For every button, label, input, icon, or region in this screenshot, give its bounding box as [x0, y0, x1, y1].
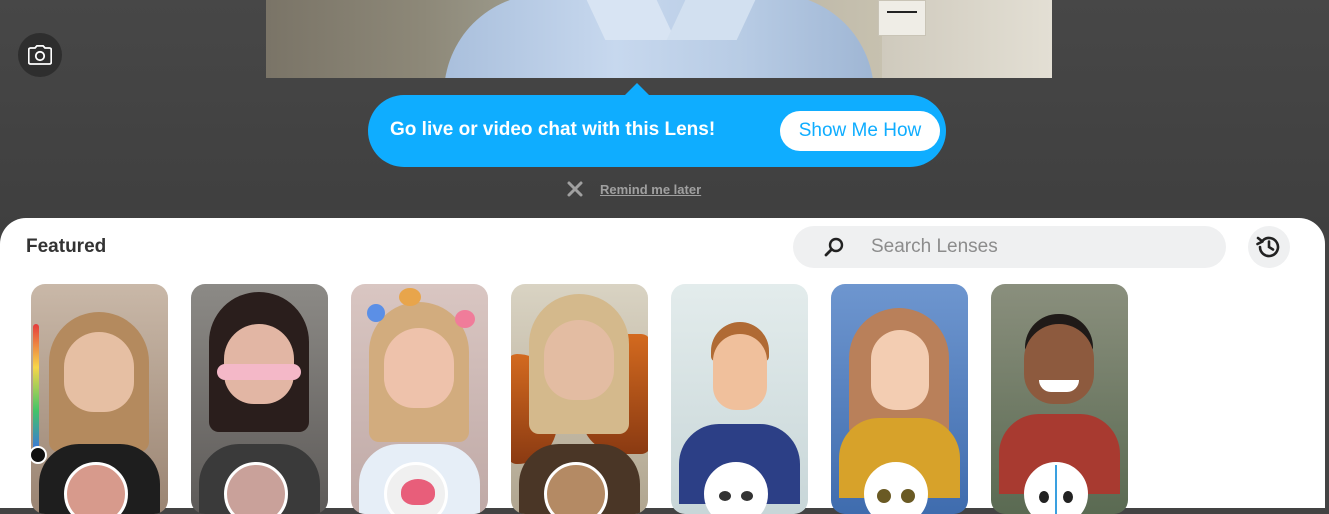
- lens-card[interactable]: [351, 284, 488, 514]
- lens-card[interactable]: [671, 284, 808, 514]
- go-live-tooltip: Go live or video chat with this Lens! Sh…: [368, 95, 946, 167]
- video-preview: [266, 0, 1052, 78]
- tooltip-message: Go live or video chat with this Lens!: [390, 119, 716, 140]
- lens-card[interactable]: [191, 284, 328, 514]
- search-icon: [824, 237, 844, 257]
- lens-card[interactable]: [31, 284, 168, 514]
- remind-me-later-link[interactable]: Remind me later: [600, 182, 701, 197]
- lens-panel: Featured: [0, 218, 1325, 514]
- history-button[interactable]: [1248, 226, 1290, 268]
- close-icon[interactable]: [566, 180, 584, 198]
- history-icon: [1256, 236, 1280, 258]
- camera-area: Go live or video chat with this Lens! Sh…: [0, 0, 1329, 230]
- search-input[interactable]: [869, 235, 1203, 259]
- camera-button[interactable]: [18, 33, 62, 77]
- show-me-how-button[interactable]: Show Me How: [780, 111, 940, 151]
- lens-card[interactable]: [831, 284, 968, 514]
- remind-row: Remind me later: [566, 180, 701, 198]
- section-title: Featured: [26, 236, 107, 257]
- camera-icon: [28, 45, 52, 65]
- search-bar[interactable]: [793, 226, 1226, 268]
- lens-card[interactable]: [511, 284, 648, 514]
- light-switch: [878, 0, 926, 36]
- lens-card[interactable]: [991, 284, 1128, 514]
